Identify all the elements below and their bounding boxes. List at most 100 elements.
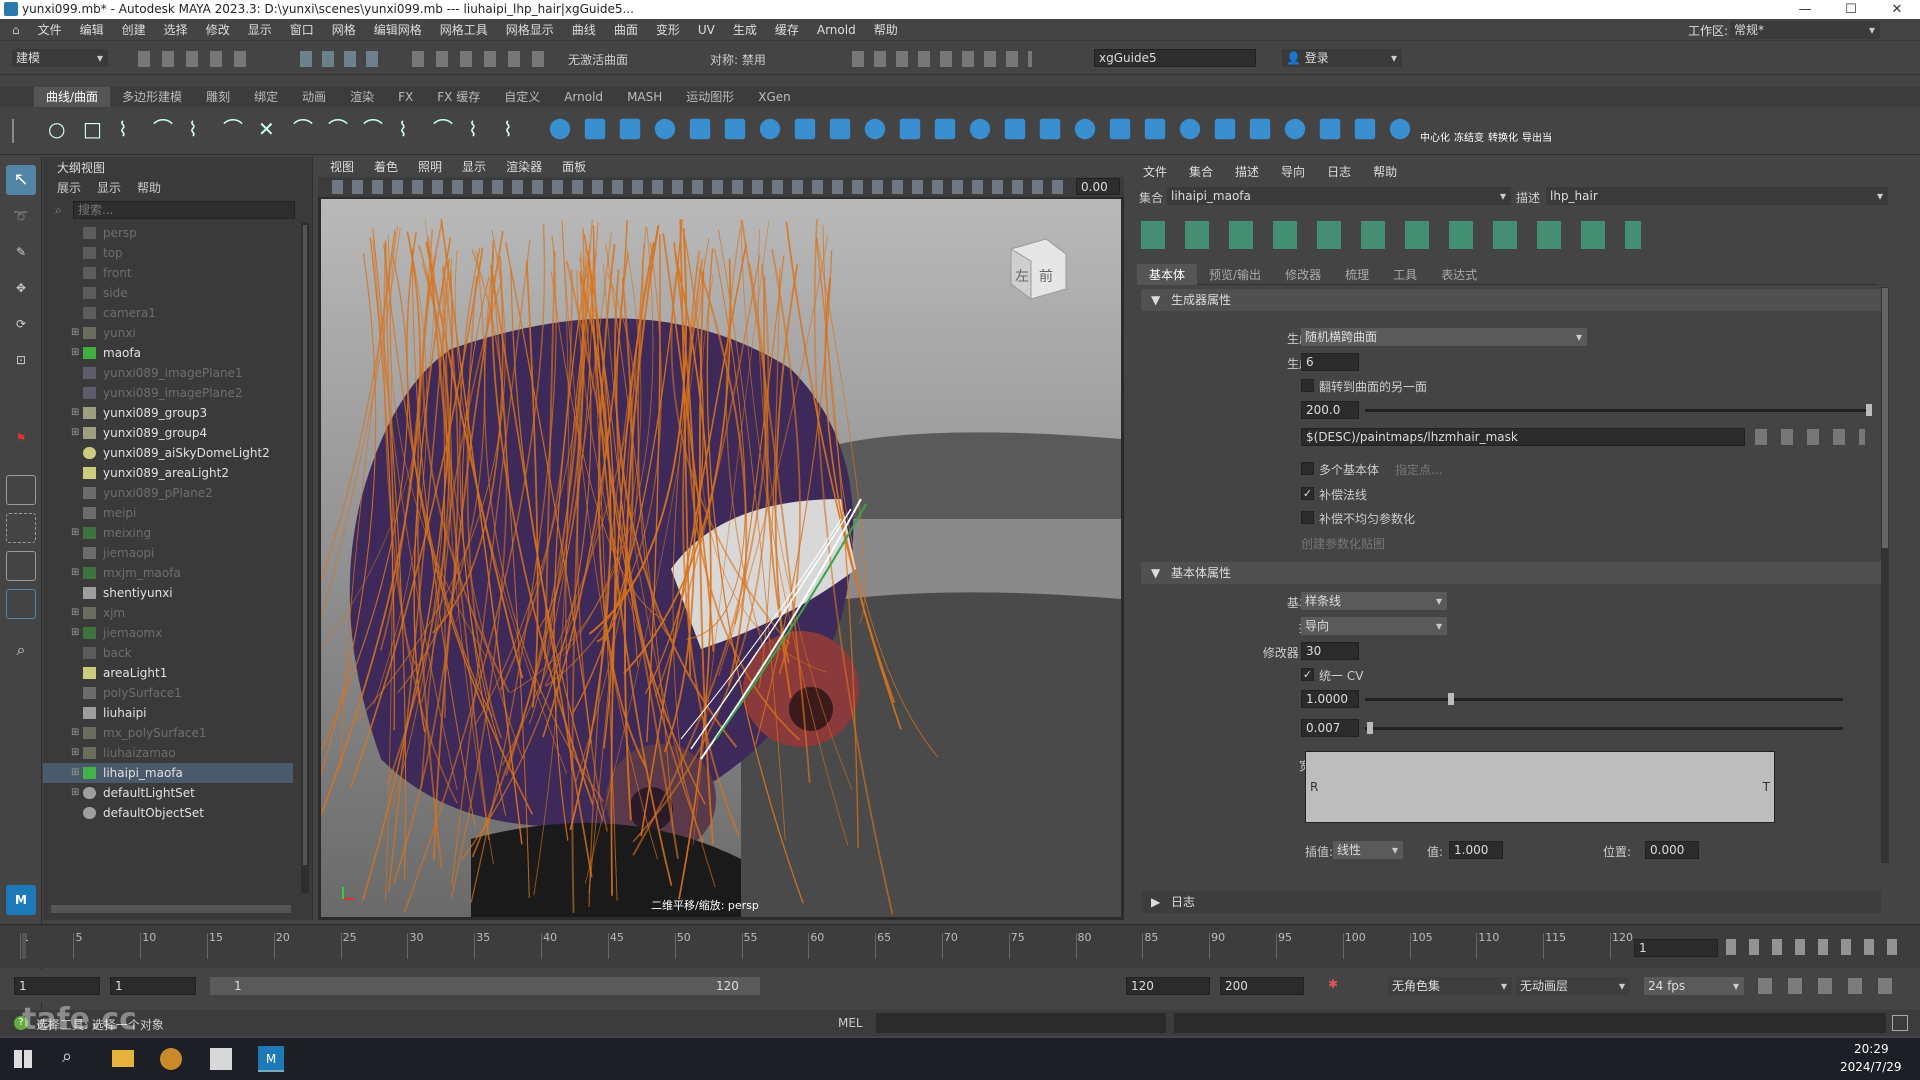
- position-field[interactable]: 0.000: [1645, 841, 1699, 859]
- search-icon[interactable]: ⌕: [6, 635, 36, 665]
- create-param-map-button[interactable]: 创建参数化贴图: [1301, 535, 1385, 552]
- home-icon[interactable]: ⌂: [12, 23, 20, 37]
- shelf-surface-tool-icon[interactable]: [1109, 118, 1131, 140]
- description-select[interactable]: lhp_hair: [1546, 187, 1888, 205]
- workspace-select[interactable]: 常规*: [1730, 21, 1880, 39]
- generator-section-header[interactable]: ▼ 生成器属性: [1141, 289, 1881, 311]
- login-button[interactable]: 👤 登录: [1282, 49, 1402, 67]
- outliner-item[interactable]: liuhaipi: [43, 703, 293, 723]
- shelf-curve-tool-icon[interactable]: ⌇: [188, 117, 212, 141]
- xgen-menu-5[interactable]: 帮助: [1373, 163, 1397, 180]
- scale-tool-icon[interactable]: ⊡: [6, 345, 36, 375]
- expand-icon[interactable]: ⊞: [71, 323, 81, 343]
- menu-18[interactable]: 帮助: [874, 21, 898, 38]
- expand-icon[interactable]: ⊞: [71, 723, 81, 743]
- outliner-item[interactable]: ⊞ lihaipi_maofa: [43, 763, 293, 783]
- viewport-menu-4[interactable]: 渲染器: [506, 157, 542, 177]
- outliner-item[interactable]: meipi: [43, 503, 293, 523]
- outliner-item[interactable]: yunxi089_imagePlane1: [43, 363, 293, 383]
- length-slider-knob[interactable]: [1448, 693, 1455, 705]
- app-icon-2[interactable]: [160, 1048, 182, 1070]
- shelf-surface-tool-icon[interactable]: [1039, 118, 1061, 140]
- expand-icon[interactable]: ⊞: [71, 743, 81, 763]
- outliner-menu-2[interactable]: 帮助: [137, 179, 161, 196]
- shelf-surface-tool-icon[interactable]: [759, 118, 781, 140]
- menu-7[interactable]: 网格: [332, 21, 356, 38]
- timeline[interactable]: 1510152025303540455055606570758085909510…: [0, 924, 1920, 968]
- name-input[interactable]: xgGuide5: [1094, 49, 1256, 67]
- outliner-item[interactable]: yunxi089_aiSkyDomeLight2: [43, 443, 293, 463]
- maya-taskbar-icon[interactable]: M: [258, 1046, 284, 1072]
- shelf-surface-tool-icon[interactable]: [584, 118, 606, 140]
- xgen-menu-2[interactable]: 描述: [1235, 163, 1259, 180]
- outliner-item[interactable]: ⊞ yunxi089_group3: [43, 403, 293, 423]
- outliner-menu-0[interactable]: 展示: [57, 179, 81, 196]
- xgen-menu-3[interactable]: 导向: [1281, 163, 1305, 180]
- value-field[interactable]: 1.000: [1449, 841, 1503, 859]
- menu-5[interactable]: 显示: [248, 21, 272, 38]
- shelf-curve-tool-icon[interactable]: ⌒: [328, 117, 352, 141]
- xgen-tab-0[interactable]: 基本体: [1137, 264, 1198, 285]
- outliner-item[interactable]: polySurface1: [43, 683, 293, 703]
- outliner-item[interactable]: ⊞ mxjm_maofa: [43, 563, 293, 583]
- length-slider[interactable]: [1365, 698, 1843, 701]
- outliner-item[interactable]: ⊞ jiemaomx: [43, 623, 293, 643]
- script-editor-icon[interactable]: [1892, 1015, 1908, 1031]
- anim-layer-select[interactable]: 无动画层: [1516, 977, 1630, 995]
- expand-icon[interactable]: ⊞: [71, 783, 81, 803]
- xgen-vscroll[interactable]: [1881, 287, 1889, 863]
- menu-2[interactable]: 创建: [122, 21, 146, 38]
- shelf-tab-6[interactable]: FX: [386, 87, 425, 107]
- shelf-surface-tool-icon[interactable]: [654, 118, 676, 140]
- shelf-curve-tool-icon[interactable]: ⌒: [223, 117, 247, 141]
- xgen-tab-1[interactable]: 预览/输出: [1197, 264, 1273, 285]
- outliner-item[interactable]: yunxi089_pPlane2: [43, 483, 293, 503]
- shelf-surface-tool-icon[interactable]: [724, 118, 746, 140]
- shelf-curve-tool-icon[interactable]: □: [83, 117, 107, 141]
- viewport-canvas[interactable]: 左 前 二维平移/缩放: persp: [321, 199, 1121, 917]
- single-view-icon[interactable]: [6, 475, 36, 505]
- shelf-curve-tool-icon[interactable]: ⌒: [433, 117, 457, 141]
- shelf-surface-tool-icon[interactable]: [934, 118, 956, 140]
- time-slider-track[interactable]: 1510152025303540455055606570758085909510…: [20, 931, 1633, 959]
- shelf-surface-tool-icon[interactable]: [1214, 118, 1236, 140]
- range-slider[interactable]: 1 120: [210, 977, 760, 995]
- outliner-item[interactable]: top: [43, 243, 293, 263]
- shelf-curve-tool-icon[interactable]: ⌇: [118, 117, 142, 141]
- xgen-tool-icons[interactable]: [1141, 221, 1641, 249]
- density-slider-knob[interactable]: [1866, 404, 1872, 416]
- expand-icon[interactable]: ⊞: [71, 423, 81, 443]
- menu-14[interactable]: UV: [698, 23, 715, 37]
- density-field[interactable]: 200.0: [1301, 401, 1359, 419]
- outliner-item[interactable]: ⊞ yunxi: [43, 323, 293, 343]
- four-view-icon[interactable]: [6, 513, 36, 543]
- shelf-tab-2[interactable]: 雕刻: [194, 87, 242, 107]
- outliner-item[interactable]: ⊞ xjm: [43, 603, 293, 623]
- expand-icon[interactable]: ⊞: [71, 763, 81, 783]
- shelf-tab-9[interactable]: Arnold: [552, 87, 615, 107]
- outliner-item[interactable]: ⊞ liuhaizamao: [43, 743, 293, 763]
- viewport-menu-2[interactable]: 照明: [418, 157, 442, 177]
- shelf-curve-tool-icon[interactable]: ⌒: [363, 117, 387, 141]
- symmetry-label[interactable]: 对称: 禁用: [710, 51, 766, 68]
- shelf-label-0[interactable]: 中心化: [1420, 129, 1450, 144]
- viewport-menu-5[interactable]: 面板: [562, 157, 586, 177]
- menu-3[interactable]: 选择: [164, 21, 188, 38]
- menu-17[interactable]: Arnold: [817, 23, 856, 37]
- density-slider[interactable]: [1365, 409, 1869, 412]
- start-icon[interactable]: [14, 1050, 32, 1068]
- shelf-tab-4[interactable]: 动画: [290, 87, 338, 107]
- shelf-surface-tool-icon[interactable]: [1074, 118, 1096, 140]
- status-icons-render[interactable]: [852, 51, 1032, 67]
- menu-16[interactable]: 缓存: [775, 21, 799, 38]
- mask-field[interactable]: $(DESC)/paintmaps/lhzmhair_mask: [1301, 428, 1745, 446]
- shelf-curve-tool-icon[interactable]: ⌒: [293, 117, 317, 141]
- outliner-hscroll[interactable]: [51, 905, 291, 913]
- viewport-menu-3[interactable]: 显示: [462, 157, 486, 177]
- interp-select[interactable]: 线性: [1333, 841, 1403, 859]
- primitive-section-header[interactable]: ▼ 基本体属性: [1141, 562, 1881, 584]
- command-input[interactable]: [876, 1013, 1166, 1033]
- shelf-tab-12[interactable]: XGen: [746, 87, 803, 107]
- shelf-tab-1[interactable]: 多边形建模: [110, 87, 194, 107]
- outliner-item[interactable]: side: [43, 283, 293, 303]
